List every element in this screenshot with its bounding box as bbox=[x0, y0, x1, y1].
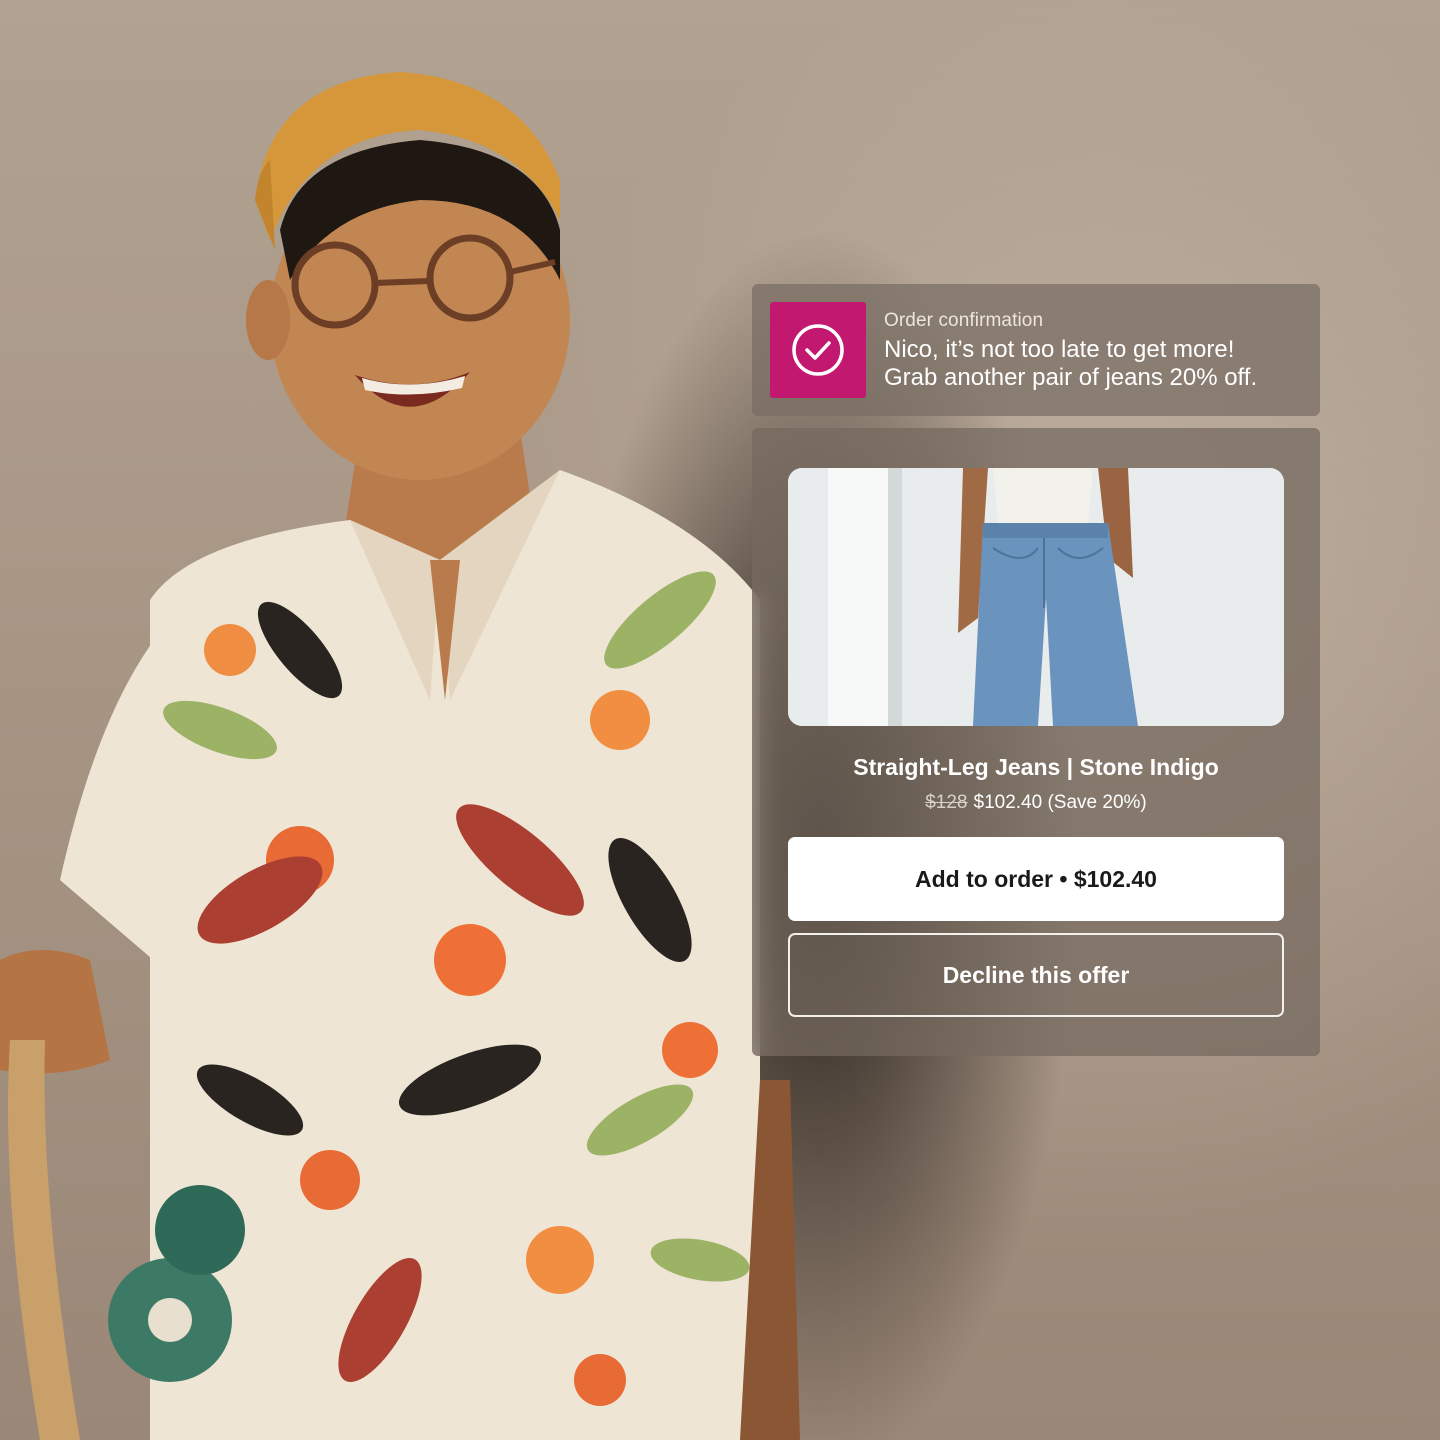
product-image bbox=[788, 468, 1284, 726]
hero-stage: Order confirmation Nico, it’s not too la… bbox=[0, 0, 1440, 1440]
check-circle-icon bbox=[770, 302, 866, 398]
notification-label: Order confirmation bbox=[884, 310, 1044, 331]
price-row: $128 $102.40 (Save 20%) bbox=[752, 792, 1320, 814]
upsell-offer-card: Straight-Leg Jeans | Stone Indigo $128 $1… bbox=[752, 428, 1320, 1056]
notification-message: Nico, it’s not too late to get more! Gra… bbox=[884, 336, 1304, 392]
product-title: Straight-Leg Jeans | Stone Indigo bbox=[853, 754, 1219, 780]
sale-price: $102.40 bbox=[973, 792, 1043, 813]
notification-message-line2: Grab another pair of jeans 20% off. bbox=[884, 364, 1258, 391]
add-to-order-button[interactable]: Add to order • $102.40 bbox=[788, 837, 1284, 921]
decline-offer-button[interactable]: Decline this offer bbox=[788, 933, 1284, 1017]
order-confirmation-notification: Order confirmation Nico, it’s not too la… bbox=[752, 284, 1320, 416]
savings-text: (Save 20%) bbox=[1047, 792, 1147, 813]
notification-message-line1: Nico, it’s not too late to get more! bbox=[884, 336, 1235, 363]
original-price: $128 bbox=[925, 792, 968, 813]
